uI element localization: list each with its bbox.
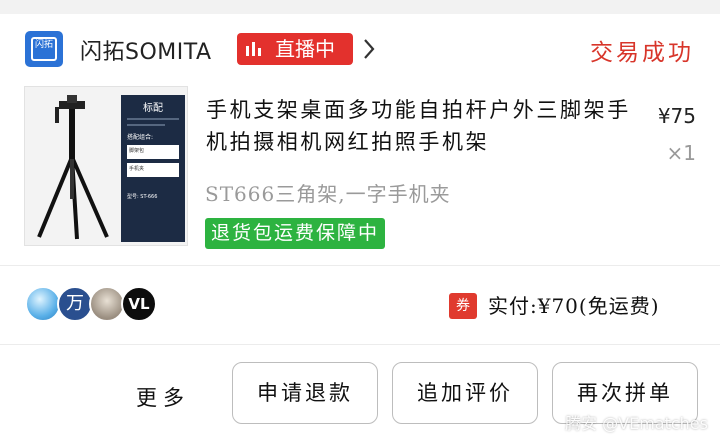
thumbnail-panel-title: 标配 <box>143 103 163 114</box>
request-refund-button[interactable]: 申请退款 <box>232 362 378 424</box>
thumbnail-item-bag: 脚架包 <box>127 145 179 159</box>
logo-avatar: VL <box>121 286 157 322</box>
amount-paid: 实付:¥70(免运费) <box>488 294 660 318</box>
live-label: 直播中 <box>275 37 335 61</box>
thumbnail-item-clip: 手机夹 <box>127 163 179 177</box>
text-avatar: 万 <box>57 286 93 322</box>
product-thumbnail[interactable]: 标配 搭配组合: 脚架包 手机夹 型号: ST-666 <box>24 86 188 246</box>
divider <box>0 265 720 266</box>
order-card: 闪拓 闪拓SOMITA 直播中 交易成功 标配 搭配组合: 脚架包 手机夹 型号… <box>0 14 720 440</box>
thumbnail-model: 型号: ST-666 <box>127 194 158 200</box>
thumbnail-info-panel: 标配 搭配组合: 脚架包 手机夹 型号: ST-666 <box>121 95 185 242</box>
coupon-icon: 券 <box>449 293 477 319</box>
person-avatar <box>89 286 125 322</box>
tripod-image <box>37 95 109 240</box>
chevron-right-icon[interactable] <box>362 36 376 62</box>
shop-logo[interactable]: 闪拓 <box>25 31 63 67</box>
product-sku: ST666三角架,一字手机夹 <box>205 182 451 206</box>
live-badge[interactable]: 直播中 <box>237 33 353 65</box>
order-status: 交易成功 <box>590 40 694 66</box>
thumbnail-panel-subtitle: 搭配组合: <box>127 134 154 141</box>
product-quantity: ×1 <box>666 141 696 165</box>
divider <box>0 344 720 345</box>
product-title[interactable]: 手机支架桌面多功能自拍杆户外三脚架手机拍摄相机网红拍照手机架 <box>206 94 631 158</box>
return-shipping-guarantee-badge[interactable]: 退货包运费保障中 <box>205 218 386 249</box>
shop-name[interactable]: 闪拓SOMITA <box>80 34 212 66</box>
add-review-button[interactable]: 追加评价 <box>392 362 538 424</box>
watermark: 腾安 @VEmatches <box>565 414 708 433</box>
shop-logo-text: 闪拓 <box>31 37 57 61</box>
live-bars-icon <box>246 42 266 56</box>
more-button[interactable]: 更多 <box>136 382 190 412</box>
product-price: ¥75 <box>657 104 696 128</box>
shop-header[interactable]: 闪拓 闪拓SOMITA 直播中 交易成功 <box>0 14 720 80</box>
globe-avatar <box>25 286 61 322</box>
